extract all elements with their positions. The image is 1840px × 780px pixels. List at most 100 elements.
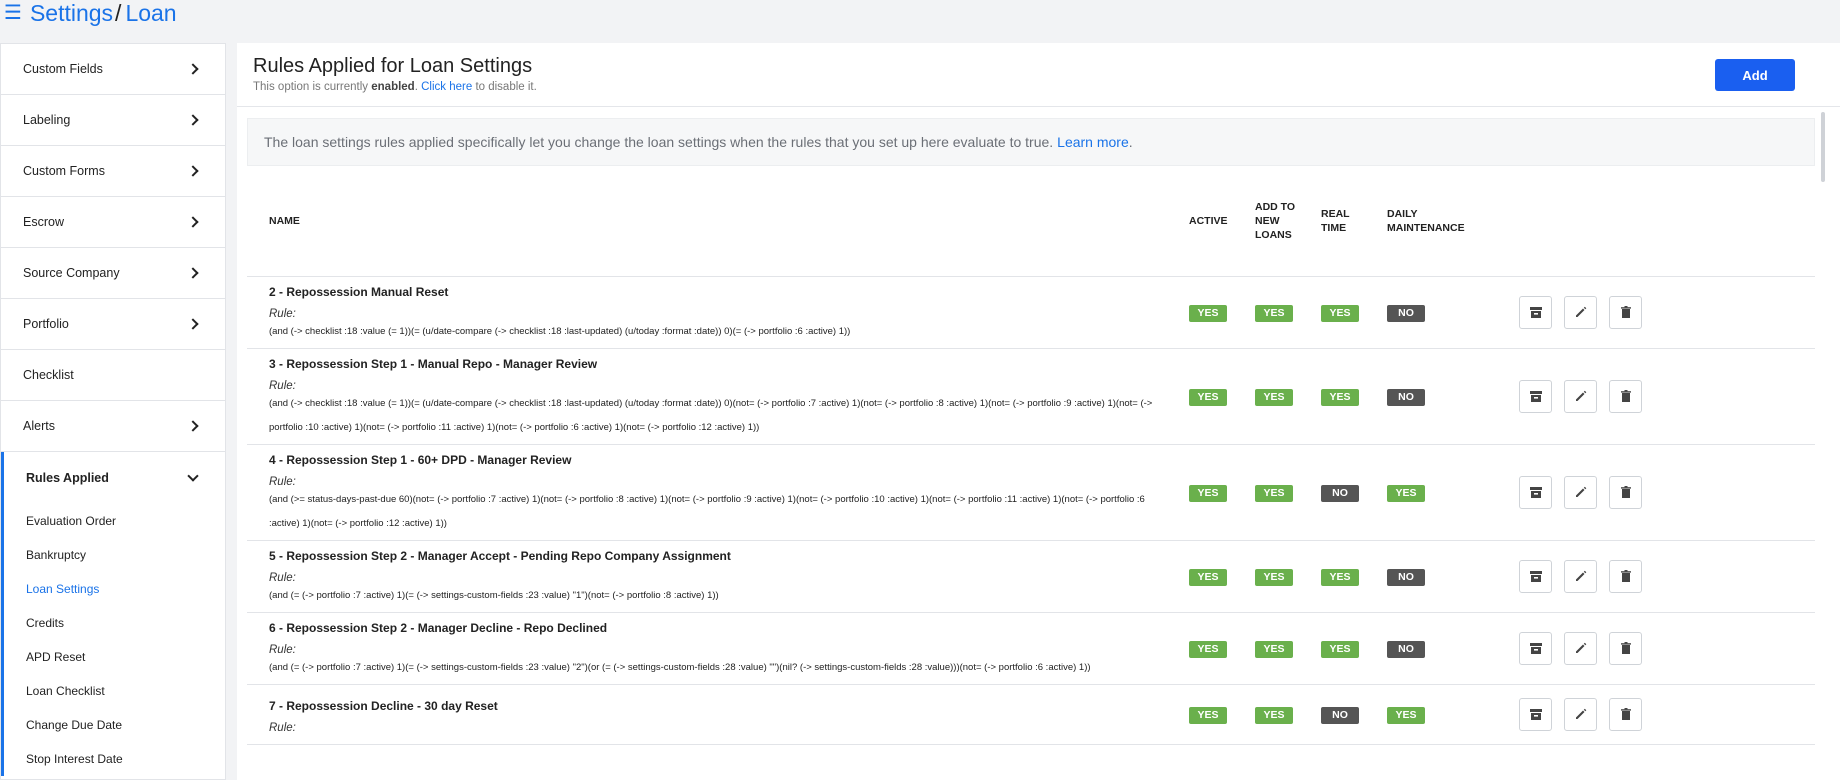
active-badge: YES (1189, 568, 1227, 586)
rule-expression: (and (= (-> portfolio :7 :active) 1)(= (… (269, 589, 719, 601)
trash-icon (1620, 708, 1631, 720)
sidebar-item-labeling[interactable]: Labeling (1, 95, 225, 146)
delete-button[interactable] (1609, 475, 1642, 509)
active-badge: YES (1189, 484, 1227, 502)
hamburger-icon[interactable]: ☰ (4, 3, 22, 23)
sidebar-subitem-loan-settings[interactable]: Loan Settings (4, 572, 225, 606)
sidebar-item-custom-forms[interactable]: Custom Forms (1, 146, 225, 197)
sidebar-subitem-apd-reset[interactable]: APD Reset (4, 640, 225, 674)
sidebar-subitem-credits[interactable]: Credits (4, 606, 225, 640)
chevron-right-icon (187, 420, 199, 432)
delete-button[interactable] (1609, 559, 1642, 593)
archive-button[interactable] (1519, 631, 1552, 665)
active-badge: YES (1189, 706, 1227, 724)
archive-button[interactable] (1519, 697, 1552, 731)
header-actions (1497, 166, 1815, 276)
sidebar-item-checklist[interactable]: Checklist (1, 350, 225, 401)
edit-button[interactable] (1564, 559, 1597, 593)
delete-button[interactable] (1609, 295, 1642, 329)
sidebar-item-custom-fields[interactable]: Custom Fields (1, 44, 225, 95)
daily-cell: YES (1387, 684, 1497, 744)
delete-button[interactable] (1609, 631, 1642, 665)
rule-cell: 2 - Repossession Manual Reset Rule: (and… (247, 276, 1189, 348)
edit-button[interactable] (1564, 379, 1597, 413)
daily-maintenance-badge: NO (1387, 388, 1425, 406)
main-header: Rules Applied for Loan Settings This opt… (237, 43, 1840, 107)
rule-cell: 4 - Repossession Step 1 - 60+ DPD - Mana… (247, 444, 1189, 540)
pencil-icon (1575, 486, 1586, 497)
sidebar-group-rules-applied: Rules Applied Evaluation Order Bankruptc… (1, 452, 225, 776)
edit-button[interactable] (1564, 631, 1597, 665)
daily-maintenance-badge: YES (1387, 484, 1425, 502)
sidebar-item-alerts[interactable]: Alerts (1, 401, 225, 452)
rule-cell: 6 - Repossession Step 2 - Manager Declin… (247, 612, 1189, 684)
pencil-icon (1575, 306, 1586, 317)
archive-button[interactable] (1519, 475, 1552, 509)
active-cell: YES (1189, 540, 1255, 612)
table-row: 5 - Repossession Step 2 - Manager Accept… (247, 540, 1815, 612)
rule-expression: (and (>= status-days-past-due 60)(not= (… (269, 493, 1145, 529)
breadcrumb-loan[interactable]: Loan (125, 0, 176, 27)
chevron-right-icon (187, 318, 199, 330)
sidebar-subitem-loan-checklist[interactable]: Loan Checklist (4, 674, 225, 708)
rule-name: 3 - Repossession Step 1 - Manual Repo - … (269, 356, 598, 371)
pencil-icon (1575, 570, 1586, 581)
header-real-time: REAL TIME (1321, 207, 1350, 234)
disable-link[interactable]: Click here (421, 81, 472, 93)
rule-cell: 5 - Repossession Step 2 - Manager Accept… (247, 540, 1189, 612)
actions-cell (1497, 444, 1815, 540)
daily-cell: NO (1387, 540, 1497, 612)
add-to-new-loans-badge: YES (1255, 640, 1293, 658)
learn-more-link[interactable]: Learn more (1057, 134, 1129, 150)
chevron-right-icon (187, 267, 199, 279)
archive-button[interactable] (1519, 295, 1552, 329)
rule-expression: (and (-> checklist :18 :value (= 1))(= (… (269, 325, 851, 337)
edit-button[interactable] (1564, 295, 1597, 329)
sidebar-item-escrow[interactable]: Escrow (1, 197, 225, 248)
daily-maintenance-badge: NO (1387, 304, 1425, 322)
add-new-cell: YES (1255, 348, 1321, 444)
pencil-icon (1575, 642, 1586, 653)
edit-button[interactable] (1564, 475, 1597, 509)
actions-cell (1497, 276, 1815, 348)
sidebar-item-source-company[interactable]: Source Company (1, 248, 225, 299)
trash-icon (1620, 486, 1631, 498)
sidebar-subitem-bankruptcy[interactable]: Bankruptcy (4, 538, 225, 572)
table-row: 7 - Repossession Decline - 30 day Reset … (247, 684, 1815, 744)
add-to-new-loans-badge: YES (1255, 568, 1293, 586)
active-badge: YES (1189, 304, 1227, 322)
status-suffix: to disable it. (472, 81, 537, 93)
active-cell: YES (1189, 348, 1255, 444)
sidebar-subitem-change-due-date[interactable]: Change Due Date (4, 708, 225, 742)
active-cell: YES (1189, 276, 1255, 348)
sidebar-subitem-evaluation-order[interactable]: Evaluation Order (4, 504, 225, 538)
content-area[interactable]: The loan settings rules applied specific… (237, 108, 1840, 780)
daily-maintenance-badge: NO (1387, 640, 1425, 658)
archive-button[interactable] (1519, 379, 1552, 413)
sidebar-subitem-stop-interest-date[interactable]: Stop Interest Date (4, 742, 225, 776)
rule-label: Rule: (269, 571, 296, 584)
archive-icon (1529, 307, 1542, 318)
sidebar-item-portfolio[interactable]: Portfolio (1, 299, 225, 350)
breadcrumb: ☰ Settings / Loan (0, 0, 177, 26)
breadcrumb-separator: / (115, 0, 122, 26)
add-button[interactable]: Add (1715, 59, 1795, 91)
scrollbar-thumb[interactable] (1821, 112, 1825, 182)
edit-button[interactable] (1564, 697, 1597, 731)
delete-button[interactable] (1609, 379, 1642, 413)
table-row: 3 - Repossession Step 1 - Manual Repo - … (247, 348, 1815, 444)
chevron-right-icon (187, 114, 199, 126)
info-box: The loan settings rules applied specific… (247, 118, 1815, 166)
rule-label: Rule: (269, 721, 296, 734)
archive-icon (1529, 643, 1542, 654)
archive-button[interactable] (1519, 559, 1552, 593)
sidebar-item-label: Rules Applied (26, 471, 109, 485)
sidebar-item-label: Custom Forms (23, 164, 105, 178)
sidebar: Custom Fields Labeling Custom Forms Escr… (0, 43, 226, 780)
real-time-badge: NO (1321, 706, 1359, 724)
sidebar-item-rules-applied[interactable]: Rules Applied (4, 452, 225, 504)
daily-maintenance-badge: YES (1387, 706, 1425, 724)
breadcrumb-settings[interactable]: Settings (30, 0, 113, 27)
chevron-down-icon (187, 470, 199, 482)
delete-button[interactable] (1609, 697, 1642, 731)
